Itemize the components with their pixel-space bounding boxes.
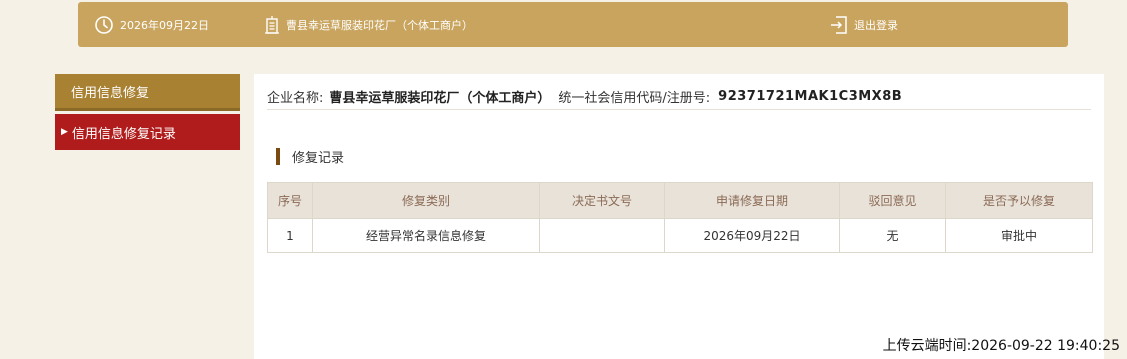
company-name: 曹县幸运草服装印花厂（个体工商户） bbox=[329, 90, 551, 106]
cell-index: 1 bbox=[267, 218, 313, 253]
triangle-right-icon: ▶ bbox=[61, 127, 68, 137]
logout-label: 退出登录 bbox=[854, 18, 898, 32]
clock-icon bbox=[94, 15, 114, 35]
building-icon bbox=[264, 15, 280, 35]
col-header-category: 修复类别 bbox=[312, 182, 540, 219]
sidebar-item-label: 信用信息修复记录 bbox=[71, 126, 176, 142]
sidebar-section-credit-repair[interactable]: 信用信息修复 bbox=[55, 74, 240, 111]
cell-category: 经营异常名录信息修复 bbox=[312, 218, 540, 253]
col-header-repair-status: 是否予以修复 bbox=[945, 182, 1093, 219]
sidebar-section-label: 信用信息修复 bbox=[71, 85, 150, 101]
header-date: 2026年09月22日 bbox=[94, 2, 209, 47]
cell-rejection: 无 bbox=[839, 218, 946, 253]
header-company-text: 曹县幸运草服装印花厂（个体工商户） bbox=[286, 18, 473, 32]
company-name-label: 企业名称: bbox=[267, 90, 324, 106]
col-header-decision-no: 决定书文号 bbox=[539, 182, 665, 219]
section-title-text: 修复记录 bbox=[292, 150, 345, 166]
logout-icon bbox=[830, 15, 848, 35]
upload-time: 上传云端时间:2026-09-22 19:40:25 bbox=[882, 338, 1120, 354]
logout-button[interactable]: 退出登录 bbox=[830, 2, 898, 47]
credit-code-label: 统一社会信用代码/注册号: bbox=[558, 90, 711, 106]
records-table: 序号 修复类别 决定书文号 申请修复日期 驳回意见 是否予以修复 1 经营异常名… bbox=[267, 182, 1093, 253]
col-header-apply-date: 申请修复日期 bbox=[664, 182, 840, 219]
company-info: 企业名称: 曹县幸运草服装印花厂（个体工商户） 统一社会信用代码/注册号: 92… bbox=[267, 83, 1091, 110]
table-header-row: 序号 修复类别 决定书文号 申请修复日期 驳回意见 是否予以修复 bbox=[267, 182, 1093, 219]
main-panel: 企业名称: 曹县幸运草服装印花厂（个体工商户） 统一社会信用代码/注册号: 92… bbox=[254, 74, 1104, 359]
cell-repair-status: 审批中 bbox=[945, 218, 1093, 253]
sidebar: 信用信息修复 ▶ 信用信息修复记录 bbox=[55, 74, 240, 150]
credit-code: 92371721MAK1C3MX8B bbox=[718, 88, 903, 104]
sidebar-item-repair-records[interactable]: ▶ 信用信息修复记录 bbox=[55, 114, 240, 150]
header-date-text: 2026年09月22日 bbox=[120, 18, 209, 32]
col-header-index: 序号 bbox=[267, 182, 313, 219]
header-company: 曹县幸运草服装印花厂（个体工商户） bbox=[264, 2, 473, 47]
section-title: 修复记录 bbox=[276, 147, 345, 166]
top-bar: 2026年09月22日 曹县幸运草服装印花厂（个体工商户） 退出登录 bbox=[78, 2, 1068, 47]
col-header-rejection: 驳回意见 bbox=[839, 182, 946, 219]
section-bar bbox=[276, 147, 280, 165]
table-row: 1 经营异常名录信息修复 2026年09月22日 无 审批中 bbox=[267, 218, 1093, 253]
cell-apply-date: 2026年09月22日 bbox=[664, 218, 840, 253]
cell-decision-no bbox=[539, 218, 665, 253]
